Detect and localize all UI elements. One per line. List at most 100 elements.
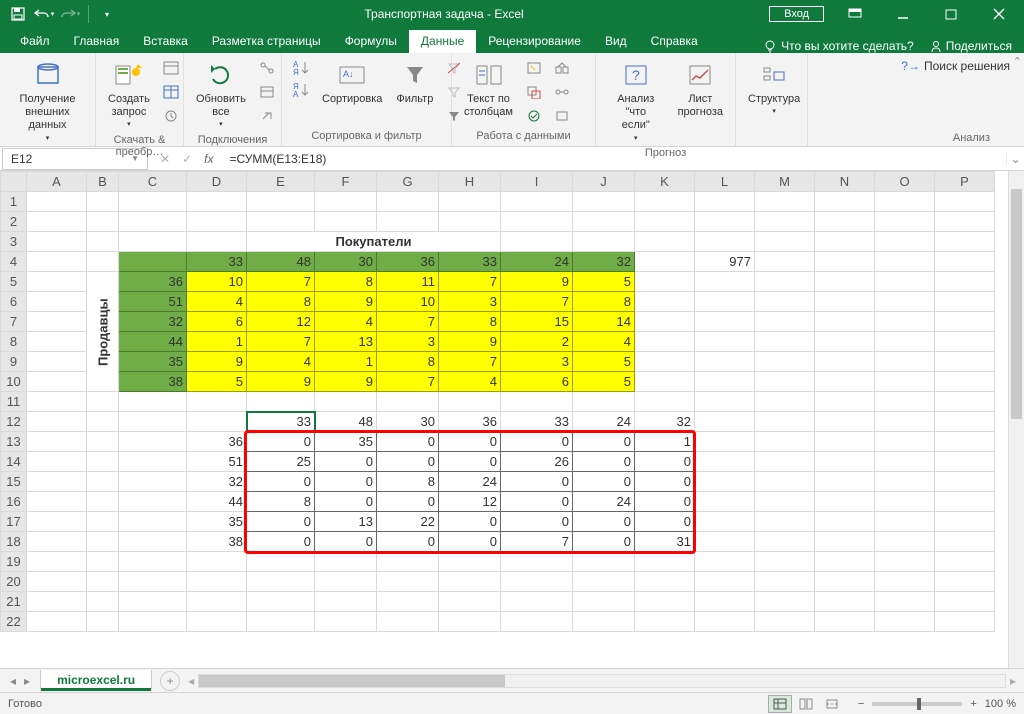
tab-layout[interactable]: Разметка страницы (200, 30, 333, 53)
cell-C9[interactable]: 35 (119, 352, 187, 372)
cell-P10[interactable] (935, 372, 995, 392)
tab-insert[interactable]: Вставка (131, 30, 200, 53)
cell-H11[interactable] (439, 392, 501, 412)
row-header-19[interactable]: 19 (1, 552, 27, 572)
cell-L19[interactable] (695, 552, 755, 572)
cell-H1[interactable] (439, 192, 501, 212)
cell-P1[interactable] (935, 192, 995, 212)
horizontal-scrollbar[interactable]: ◂▸ (180, 674, 1024, 688)
cell-L14[interactable] (695, 452, 755, 472)
cell-N20[interactable] (815, 572, 875, 592)
col-header-N[interactable]: N (815, 172, 875, 192)
cell-D17[interactable]: 35 (187, 512, 247, 532)
row-header-12[interactable]: 12 (1, 412, 27, 432)
cell-A12[interactable] (27, 412, 87, 432)
cell-O12[interactable] (875, 412, 935, 432)
cell-I7[interactable]: 15 (501, 312, 573, 332)
cell-B3[interactable] (87, 232, 119, 252)
cell-F4[interactable]: 30 (315, 252, 377, 272)
tab-formulas[interactable]: Формулы (333, 30, 409, 53)
cell-E6[interactable]: 8 (247, 292, 315, 312)
cell-F22[interactable] (315, 612, 377, 632)
cell-G4[interactable]: 36 (377, 252, 439, 272)
cell-A21[interactable] (27, 592, 87, 612)
recent-sources-icon[interactable] (160, 105, 182, 127)
cell-P9[interactable] (935, 352, 995, 372)
cell-G14[interactable]: 0 (377, 452, 439, 472)
cell-L20[interactable] (695, 572, 755, 592)
cell-K13[interactable]: 1 (635, 432, 695, 452)
expand-formula-bar-icon[interactable]: ⌄ (1006, 152, 1024, 166)
from-table-icon[interactable] (160, 81, 182, 103)
cell-I10[interactable]: 6 (501, 372, 573, 392)
cell-F1[interactable] (315, 192, 377, 212)
cell-I19[interactable] (501, 552, 573, 572)
col-header-E[interactable]: E (247, 172, 315, 192)
cell-G19[interactable] (377, 552, 439, 572)
cell-E1[interactable] (247, 192, 315, 212)
cell-K16[interactable]: 0 (635, 492, 695, 512)
cell-K1[interactable] (635, 192, 695, 212)
connections-icon[interactable] (256, 57, 278, 79)
cell-C22[interactable] (119, 612, 187, 632)
text-to-columns-button[interactable]: Текст по столбцам (460, 57, 517, 121)
cell-O22[interactable] (875, 612, 935, 632)
cell-H6[interactable]: 3 (439, 292, 501, 312)
tab-file[interactable]: Файл (8, 30, 62, 53)
cell-J15[interactable]: 0 (573, 472, 635, 492)
cell-D13[interactable]: 36 (187, 432, 247, 452)
cell-B22[interactable] (87, 612, 119, 632)
row-header-14[interactable]: 14 (1, 452, 27, 472)
cell-C10[interactable]: 38 (119, 372, 187, 392)
cell-D18[interactable]: 38 (187, 532, 247, 552)
cell-O4[interactable] (875, 252, 935, 272)
cell-F20[interactable] (315, 572, 377, 592)
cell-O18[interactable] (875, 532, 935, 552)
cell-F2[interactable] (315, 212, 377, 232)
cell-A20[interactable] (27, 572, 87, 592)
cell-G7[interactable]: 7 (377, 312, 439, 332)
cell-H13[interactable]: 0 (439, 432, 501, 452)
cell-J20[interactable] (573, 572, 635, 592)
cell-M15[interactable] (755, 472, 815, 492)
cell-A16[interactable] (27, 492, 87, 512)
cell-I1[interactable] (501, 192, 573, 212)
cell-K15[interactable]: 0 (635, 472, 695, 492)
cell-K10[interactable] (635, 372, 695, 392)
zoom-slider[interactable] (872, 702, 962, 706)
cell-J5[interactable]: 5 (573, 272, 635, 292)
cell-P14[interactable] (935, 452, 995, 472)
ribbon-options-icon[interactable] (832, 0, 878, 28)
cell-A15[interactable] (27, 472, 87, 492)
save-icon[interactable] (6, 2, 30, 26)
col-header-D[interactable]: D (187, 172, 247, 192)
row-header-10[interactable]: 10 (1, 372, 27, 392)
cell-J17[interactable]: 0 (573, 512, 635, 532)
cell-O3[interactable] (875, 232, 935, 252)
cell-N8[interactable] (815, 332, 875, 352)
collapse-ribbon-icon[interactable]: ⌃ (1013, 55, 1022, 68)
cell-P15[interactable] (935, 472, 995, 492)
cell-D8[interactable]: 1 (187, 332, 247, 352)
cell-E4[interactable]: 48 (247, 252, 315, 272)
cell-L18[interactable] (695, 532, 755, 552)
cell-L4[interactable]: 977 (695, 252, 755, 272)
cell-E2[interactable] (247, 212, 315, 232)
cell-N18[interactable] (815, 532, 875, 552)
row-header-11[interactable]: 11 (1, 392, 27, 412)
cell-L16[interactable] (695, 492, 755, 512)
cell-C1[interactable] (119, 192, 187, 212)
new-query-button[interactable]: Создать запрос▾ (104, 57, 154, 132)
row-header-6[interactable]: 6 (1, 292, 27, 312)
col-header-L[interactable]: L (695, 172, 755, 192)
cell-L1[interactable] (695, 192, 755, 212)
cell-K3[interactable] (635, 232, 695, 252)
cell-E10[interactable]: 9 (247, 372, 315, 392)
cell-L2[interactable] (695, 212, 755, 232)
cell-G9[interactable]: 8 (377, 352, 439, 372)
cell-F10[interactable]: 9 (315, 372, 377, 392)
cell-D21[interactable] (187, 592, 247, 612)
select-all-corner[interactable] (1, 172, 27, 192)
cell-J18[interactable]: 0 (573, 532, 635, 552)
cell-G18[interactable]: 0 (377, 532, 439, 552)
